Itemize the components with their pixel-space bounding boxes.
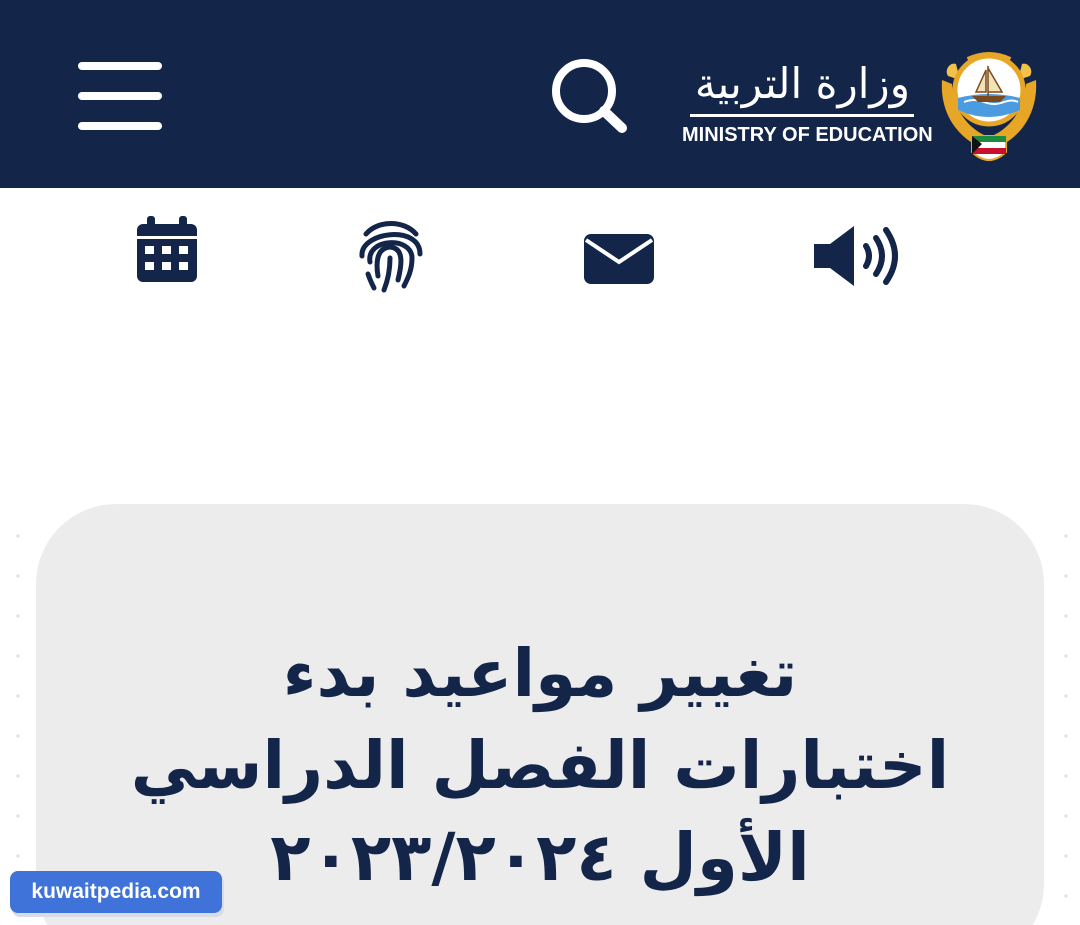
calendar-icon[interactable] bbox=[117, 214, 217, 294]
mail-icon[interactable] bbox=[569, 214, 669, 294]
site-header: وزارة التربية MINISTRY OF EDUCATION bbox=[0, 0, 1080, 188]
fingerprint-icon[interactable] bbox=[340, 214, 440, 294]
kuwait-emblem-icon[interactable] bbox=[934, 40, 1044, 168]
ministry-logo-text[interactable]: وزارة التربية MINISTRY OF EDUCATION bbox=[678, 58, 933, 158]
accessibility-toolbar bbox=[0, 188, 1080, 318]
hamburger-menu-icon[interactable] bbox=[78, 60, 162, 132]
headline-line: تغيير مواعيد بدء bbox=[282, 635, 798, 712]
search-icon[interactable] bbox=[548, 55, 628, 135]
article-headline[interactable]: تغيير مواعيد بدء اختبارات الفصل الدراسي … bbox=[60, 628, 1020, 904]
headline-line: اختبارات الفصل الدراسي bbox=[130, 727, 950, 804]
decorative-dots bbox=[14, 516, 22, 916]
brand-divider bbox=[690, 114, 914, 117]
speaker-icon[interactable] bbox=[806, 214, 906, 294]
watermark-badge: kuwaitpedia.com bbox=[10, 871, 222, 913]
brand-arabic-name: وزارة التربية bbox=[694, 59, 910, 108]
decorative-dots bbox=[1062, 516, 1070, 916]
brand-english-name: MINISTRY OF EDUCATION bbox=[682, 124, 933, 146]
